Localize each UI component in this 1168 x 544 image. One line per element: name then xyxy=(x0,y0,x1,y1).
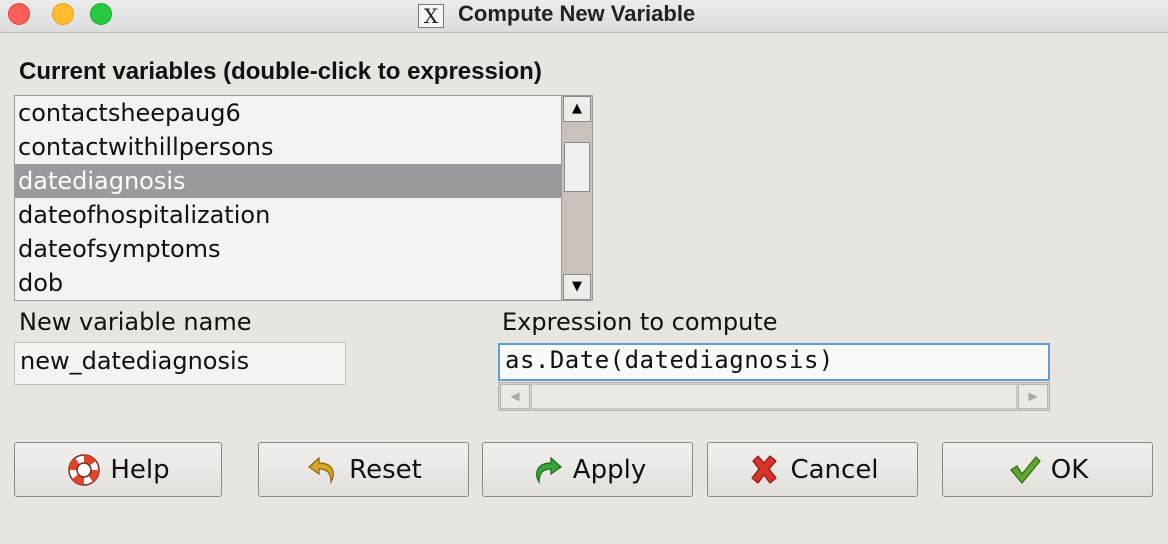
variables-label: Current variables (double-click to expre… xyxy=(19,58,542,85)
close-window-button[interactable] xyxy=(8,3,30,25)
zoom-window-button[interactable] xyxy=(90,3,112,25)
reset-button[interactable]: Reset xyxy=(258,442,469,497)
cancel-label: Cancel xyxy=(790,454,879,485)
window-title: Compute New Variable xyxy=(458,1,696,26)
help-label: Help xyxy=(110,454,170,485)
list-item[interactable]: dateofsymptoms xyxy=(15,232,561,266)
new-variable-name-label: New variable name xyxy=(19,308,252,336)
variables-scrollbar[interactable]: ▲ ▼ xyxy=(561,96,592,300)
lifebuoy-icon xyxy=(68,453,101,486)
list-item[interactable]: contactwithillpersons xyxy=(15,130,561,164)
new-variable-name-input[interactable]: new_datediagnosis xyxy=(14,342,346,385)
reset-label: Reset xyxy=(349,454,422,485)
scroll-down-arrow-icon[interactable]: ▼ xyxy=(563,274,591,300)
scroll-up-arrow-icon[interactable]: ▲ xyxy=(563,96,591,122)
title-bar: X Compute New Variable xyxy=(0,0,1168,33)
x11-icon: X xyxy=(418,4,444,28)
scroll-left-arrow-icon[interactable]: ◀ xyxy=(500,384,530,409)
ok-label: OK xyxy=(1050,454,1089,485)
apply-label: Apply xyxy=(572,454,647,485)
variables-listbox[interactable]: contactsheepaug6 contactwithillpersons d… xyxy=(14,95,593,301)
apply-button[interactable]: Apply xyxy=(482,442,693,497)
scroll-right-arrow-icon[interactable]: ▶ xyxy=(1018,384,1048,409)
cancel-button[interactable]: Cancel xyxy=(707,442,918,497)
help-button[interactable]: Help xyxy=(14,442,222,497)
ok-button[interactable]: OK xyxy=(942,442,1153,497)
redo-arrow-icon xyxy=(535,456,562,484)
red-x-icon xyxy=(751,454,778,484)
expression-input[interactable]: as.Date(datediagnosis) xyxy=(498,343,1050,381)
list-item[interactable]: dateofhospitalization xyxy=(15,198,561,232)
undo-arrow-icon xyxy=(308,456,334,484)
expression-label: Expression to compute xyxy=(502,308,778,336)
list-item[interactable]: dob xyxy=(15,266,561,300)
checkmark-icon xyxy=(1009,455,1041,484)
expression-scrollbar[interactable]: ◀ ▶ xyxy=(498,382,1050,411)
list-item-selected[interactable]: datediagnosis xyxy=(15,164,561,198)
list-item[interactable]: contactsheepaug6 xyxy=(15,96,561,130)
scrollbar-thumb[interactable] xyxy=(564,142,590,192)
scrollbar-thumb[interactable] xyxy=(531,384,1017,409)
minimize-window-button[interactable] xyxy=(52,3,74,25)
